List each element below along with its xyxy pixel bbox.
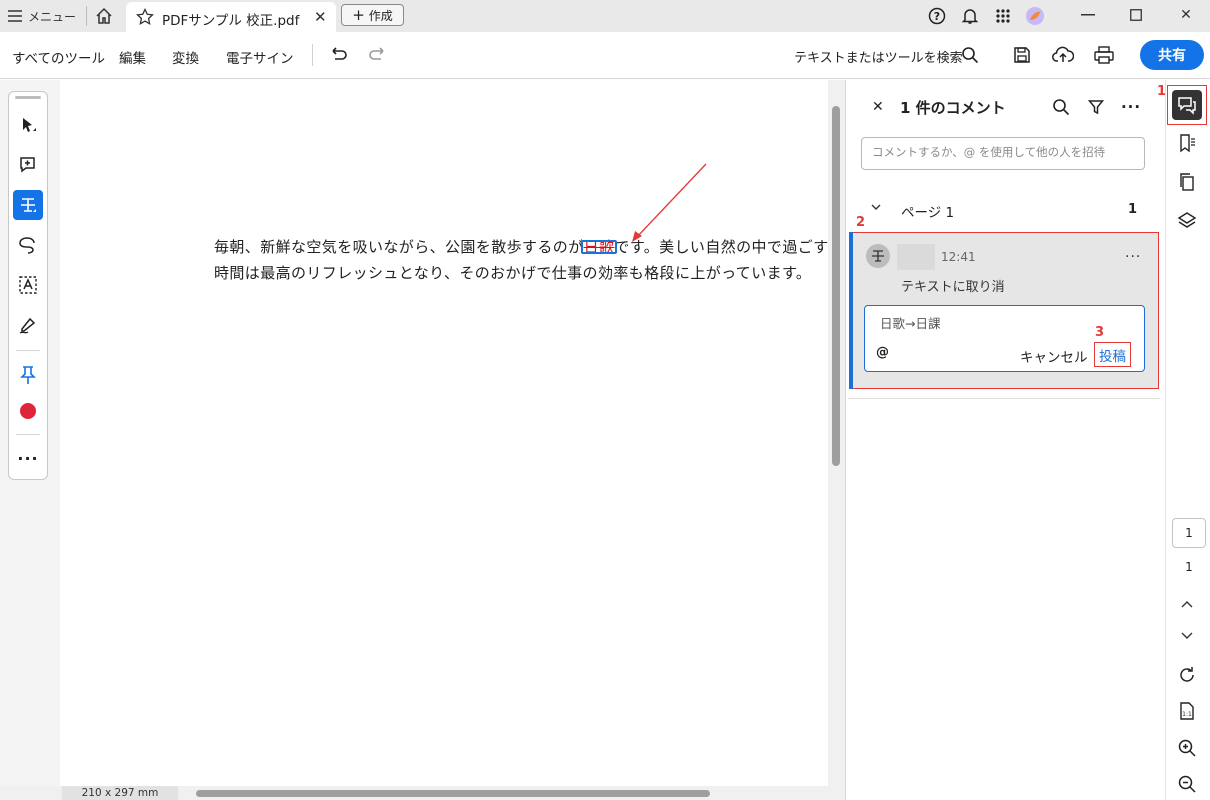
comment-input[interactable]: コメントするか、@ を使用して他の人を招待	[861, 137, 1145, 170]
text-box-tool-icon[interactable]	[13, 270, 43, 300]
create-button[interactable]: + 作成	[341, 4, 404, 26]
reply-input[interactable]: 日歌→日課	[880, 313, 940, 332]
svg-text:1:1: 1:1	[1182, 711, 1192, 718]
panel-more-icon[interactable]: ···	[1120, 96, 1142, 118]
page-group-label[interactable]: ページ 1	[901, 201, 954, 221]
post-button[interactable]: 投稿	[1094, 342, 1131, 367]
close-panel-icon[interactable]: ✕	[872, 99, 884, 115]
fit-page-icon[interactable]: 1:1	[1172, 696, 1202, 726]
menu-label: メニュー	[28, 9, 77, 24]
home-icon	[96, 7, 112, 24]
rail-divider	[16, 350, 40, 351]
edit-menu[interactable]: 編集	[119, 47, 146, 67]
strikethrough-avatar-icon	[866, 244, 890, 268]
esign-menu[interactable]: 電子サイン	[226, 47, 294, 67]
page-up-icon[interactable]	[1172, 589, 1202, 619]
toolbar-divider	[312, 44, 313, 66]
undo-icon[interactable]	[327, 44, 349, 66]
page-size-label: 210 x 297 mm	[62, 786, 178, 800]
plus-icon: +	[352, 5, 365, 24]
convert-menu[interactable]: 変換	[172, 47, 199, 67]
save-icon[interactable]	[1010, 43, 1034, 67]
step-marker-2: 2	[856, 215, 866, 230]
share-button[interactable]: 共有	[1140, 40, 1204, 70]
svg-text:?: ?	[934, 10, 940, 23]
cancel-button[interactable]: キャンセル	[1020, 346, 1088, 366]
rotate-icon[interactable]	[1172, 660, 1202, 690]
total-pages: 1	[1185, 560, 1193, 574]
menu-button[interactable]: メニュー	[8, 6, 76, 26]
zoom-in-icon[interactable]	[1172, 733, 1202, 763]
zoom-out-icon[interactable]	[1172, 769, 1202, 799]
rail-divider	[16, 434, 40, 435]
tab-close-icon[interactable]: ✕	[314, 8, 327, 26]
user-avatar-icon[interactable]	[1024, 5, 1046, 27]
window-close-icon[interactable]: ✕	[1166, 3, 1206, 27]
bookmarks-icon[interactable]	[1172, 128, 1202, 158]
bell-icon[interactable]	[959, 5, 981, 27]
create-label: 作成	[368, 8, 393, 23]
add-comment-icon[interactable]	[13, 150, 43, 180]
minimize-icon[interactable]	[1068, 3, 1108, 27]
page-down-icon[interactable]	[1172, 621, 1202, 651]
panel-separator	[848, 398, 1160, 399]
comment-time: 12:41	[941, 250, 976, 264]
cloud-upload-icon[interactable]	[1051, 43, 1075, 67]
strike-selection-box	[580, 240, 618, 254]
pin-icon[interactable]	[13, 360, 43, 390]
more-tools-icon[interactable]: ···	[13, 444, 43, 474]
filter-icon[interactable]	[1085, 96, 1107, 118]
comment-card-accent	[849, 232, 853, 389]
step-marker-3: 3	[1095, 325, 1105, 340]
all-tools-menu[interactable]: すべてのツール	[12, 47, 105, 67]
hamburger-icon	[8, 10, 22, 22]
freehand-draw-icon[interactable]	[13, 230, 43, 260]
search-icon[interactable]	[958, 43, 982, 67]
struck-text[interactable]: 日歌	[580, 238, 618, 256]
chevron-down-icon[interactable]	[871, 201, 881, 214]
rail-grip[interactable]	[15, 96, 41, 99]
comments-panel	[845, 80, 1165, 800]
color-picker-icon[interactable]	[13, 396, 43, 426]
home-button[interactable]	[94, 6, 116, 26]
document-paragraph[interactable]: 毎朝、新鮮な空気を吸いながら、公園を散歩するのが 日歌です。美しい自然の中で過ごす…	[214, 234, 834, 286]
strikethrough-tool-icon[interactable]	[13, 190, 43, 220]
mention-at-icon[interactable]: @	[876, 345, 889, 360]
tab-title: PDFサンプル 校正.pdf	[162, 13, 300, 29]
author-name-redacted	[897, 244, 935, 270]
tool-search-label[interactable]: テキストまたはツールを検索	[794, 47, 963, 66]
sign-tool-icon[interactable]	[13, 310, 43, 340]
page-comment-count: 1	[1128, 202, 1138, 217]
star-icon[interactable]	[136, 7, 154, 30]
horizontal-scroll-thumb[interactable]	[196, 790, 710, 797]
comments-icon-highlight	[1167, 85, 1207, 125]
text-before: 毎朝、新鮮な空気を吸いながら、公園を散歩するのが	[214, 238, 584, 256]
title-divider	[86, 6, 87, 26]
tool-rail: ···	[8, 91, 48, 480]
pages-thumbnail-icon[interactable]	[1172, 167, 1202, 197]
select-tool-icon[interactable]	[13, 110, 43, 140]
maximize-icon[interactable]	[1116, 3, 1156, 27]
document-tab[interactable]: PDFサンプル 校正.pdf ✕	[126, 2, 336, 32]
comment-text: テキストに取り消	[901, 280, 1005, 295]
comment-more-icon[interactable]: ···	[1125, 249, 1141, 265]
comments-title: 1 件のコメント	[900, 99, 1006, 117]
layers-icon[interactable]	[1172, 206, 1202, 236]
current-page-input[interactable]: 1	[1172, 518, 1206, 548]
vertical-scroll-thumb[interactable]	[832, 106, 840, 466]
help-icon[interactable]: ?	[926, 5, 948, 27]
comment-search-icon[interactable]	[1050, 96, 1072, 118]
redo-icon[interactable]	[367, 44, 389, 66]
apps-grid-icon[interactable]	[992, 5, 1014, 27]
print-icon[interactable]	[1092, 43, 1116, 67]
